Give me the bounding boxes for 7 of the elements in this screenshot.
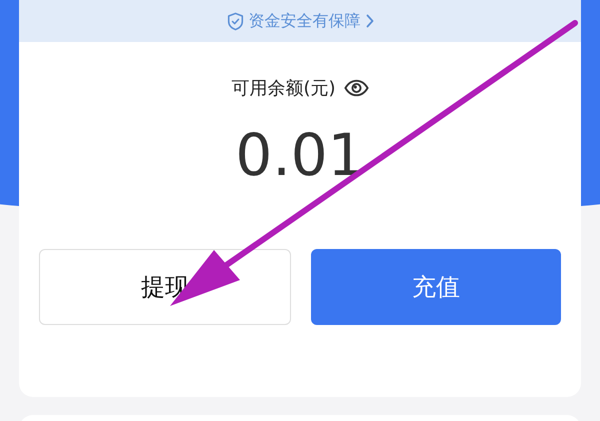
balance-label: 可用余额(元)	[231, 77, 336, 100]
shield-icon	[226, 12, 244, 30]
security-banner[interactable]: 资金安全有保障	[19, 0, 581, 42]
balance-amount: 0.01	[235, 126, 365, 184]
chevron-right-icon	[366, 14, 374, 28]
eye-icon[interactable]	[344, 79, 369, 97]
recharge-button[interactable]: 充值	[311, 249, 561, 325]
